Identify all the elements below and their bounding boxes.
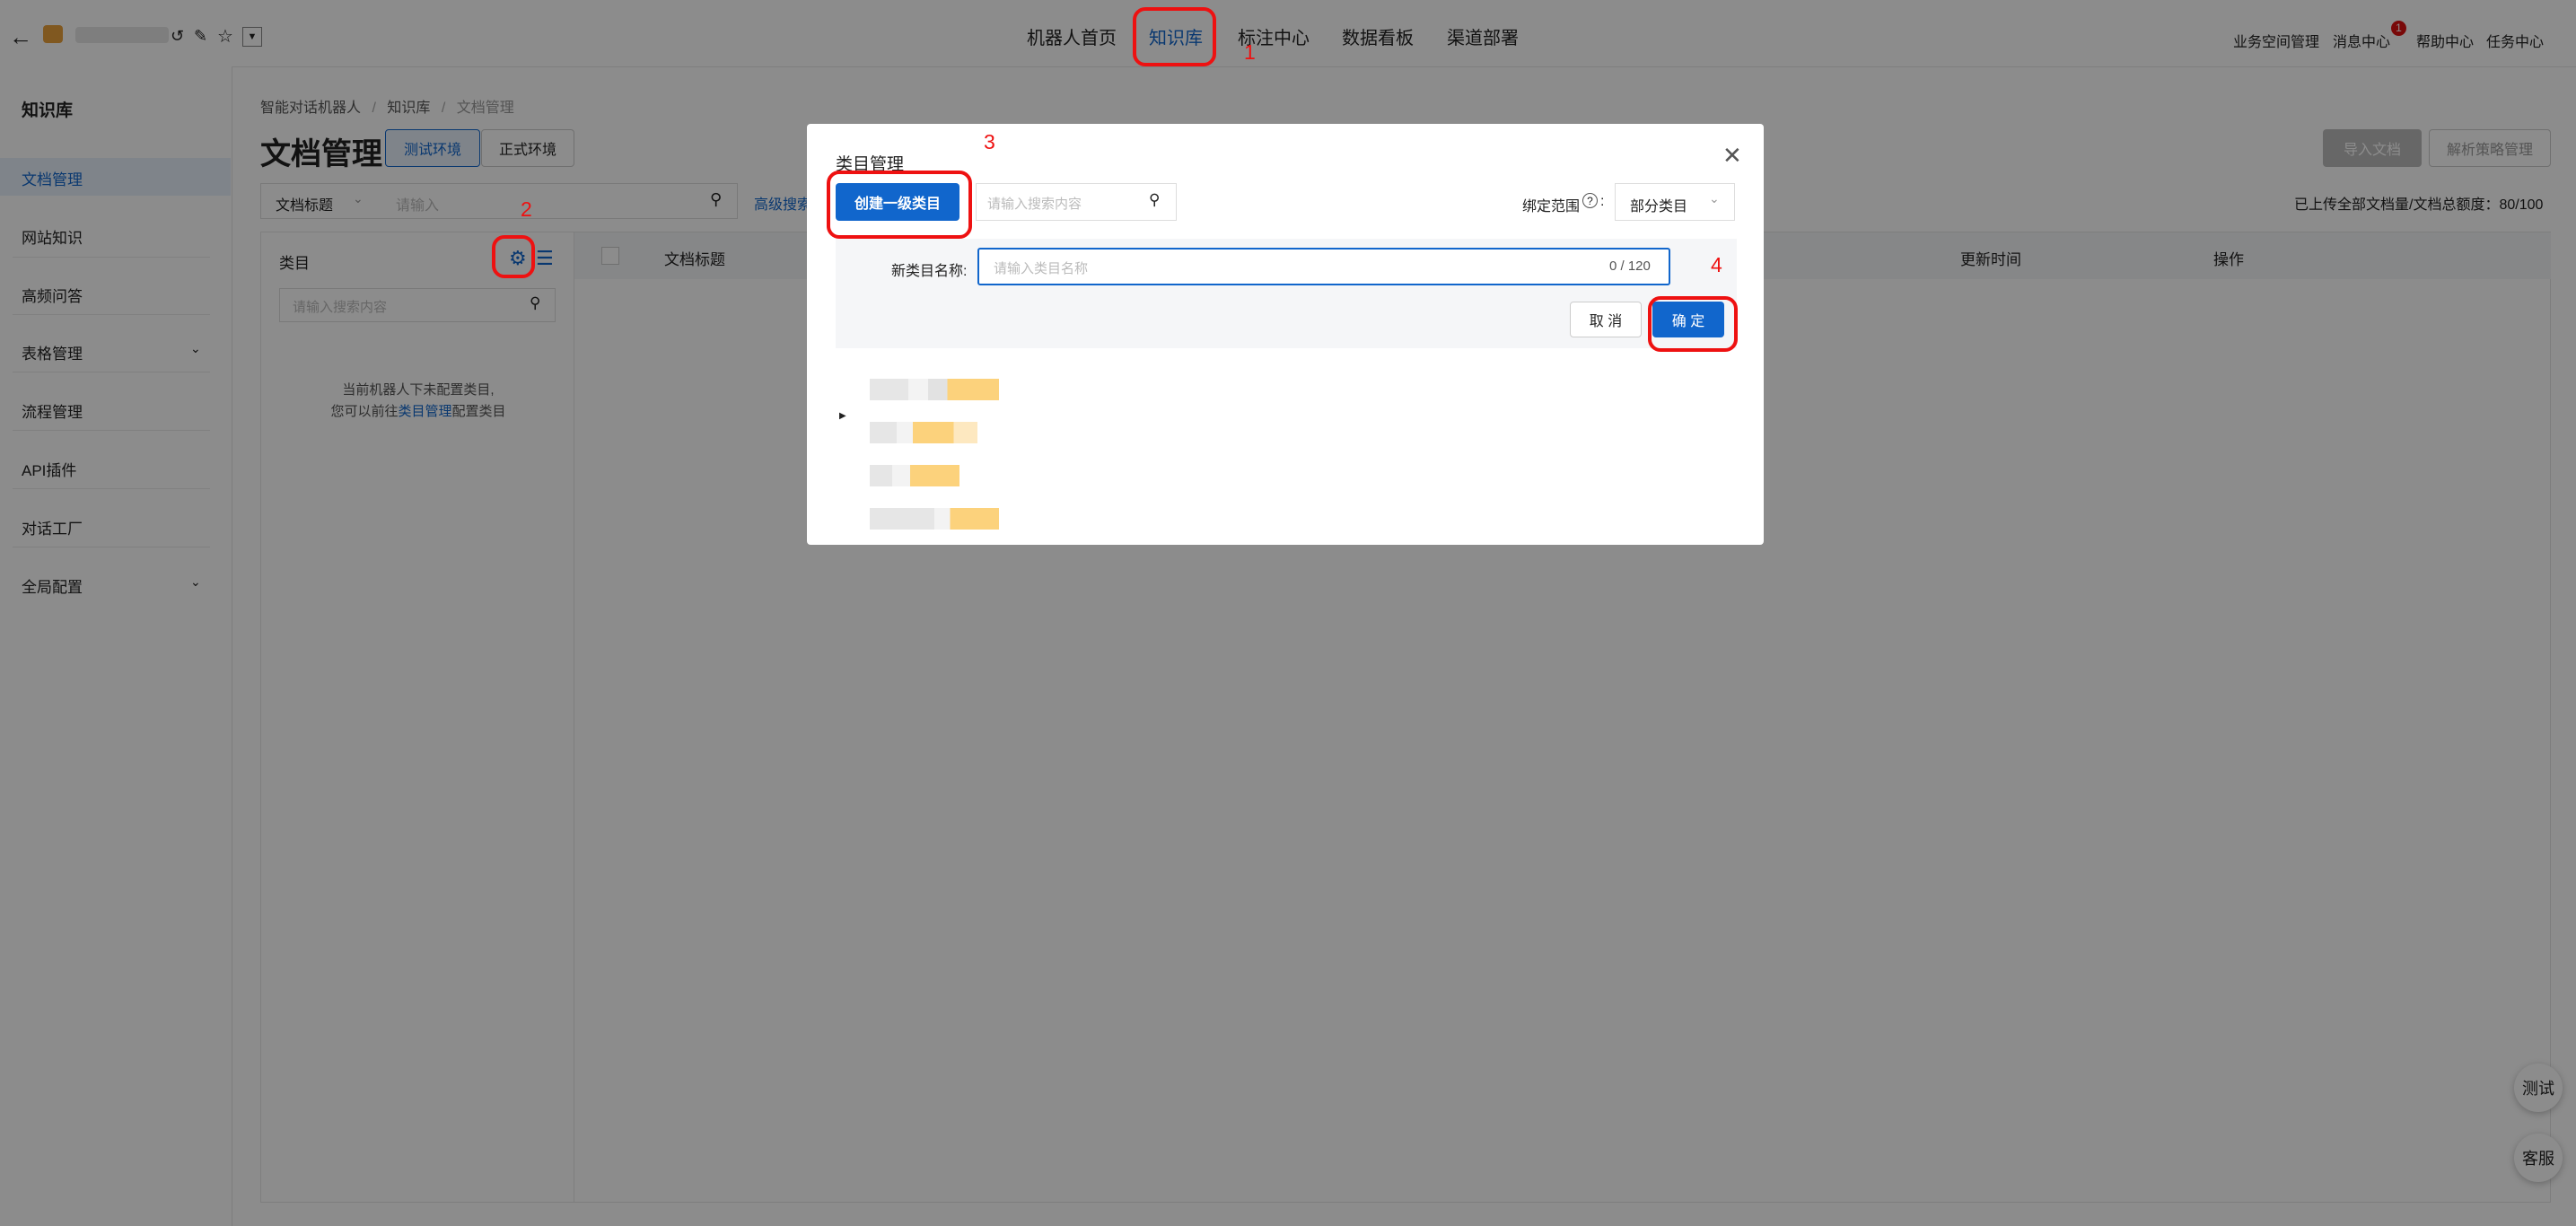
- close-icon[interactable]: ✕: [1722, 142, 1742, 170]
- cancel-button[interactable]: 取 消: [1570, 302, 1642, 337]
- bind-scope-value: 部分类目: [1630, 199, 1688, 215]
- tree-item-blurred[interactable]: [870, 422, 977, 443]
- tree-item-blurred[interactable]: [870, 379, 999, 400]
- annotation-highlight-nav: [1133, 7, 1216, 66]
- modal-search-placeholder: 请输入搜索内容: [987, 197, 1082, 212]
- bind-scope-label: 绑定范围: [1522, 199, 1581, 215]
- annotation-highlight-confirm: [1648, 296, 1738, 352]
- chevron-down-icon: ⌄: [1709, 191, 1720, 206]
- bind-scope-select[interactable]: 部分类目 ⌄: [1615, 183, 1735, 221]
- new-category-form: 新类目名称: 请输入类目名称 0 / 120 取 消 确 定: [836, 239, 1737, 348]
- modal-search-input[interactable]: 请输入搜索内容 ⚲: [976, 183, 1177, 221]
- annotation-number-3: 3: [984, 130, 995, 153]
- annotation-highlight-create: [827, 171, 972, 239]
- new-name-placeholder: 请输入类目名称: [994, 261, 1089, 276]
- search-icon[interactable]: ⚲: [1149, 191, 1160, 209]
- caret-right-icon[interactable]: ▶: [839, 411, 846, 421]
- help-icon[interactable]: ?: [1582, 193, 1598, 208]
- tree-item-blurred[interactable]: [870, 465, 959, 486]
- annotation-number-4: 4: [1711, 253, 1722, 276]
- category-tree: ▶: [836, 355, 1195, 535]
- annotation-number-1: 1: [1244, 40, 1256, 64]
- colon: :: [1600, 194, 1605, 209]
- tree-item-blurred[interactable]: [870, 508, 999, 530]
- annotation-number-2: 2: [521, 197, 532, 221]
- annotation-highlight-gear: [492, 235, 535, 278]
- new-category-name-input[interactable]: 请输入类目名称 0 / 120: [977, 248, 1670, 285]
- char-counter: 0 / 120: [1609, 258, 1651, 274]
- new-name-label: 新类目名称:: [891, 264, 968, 279]
